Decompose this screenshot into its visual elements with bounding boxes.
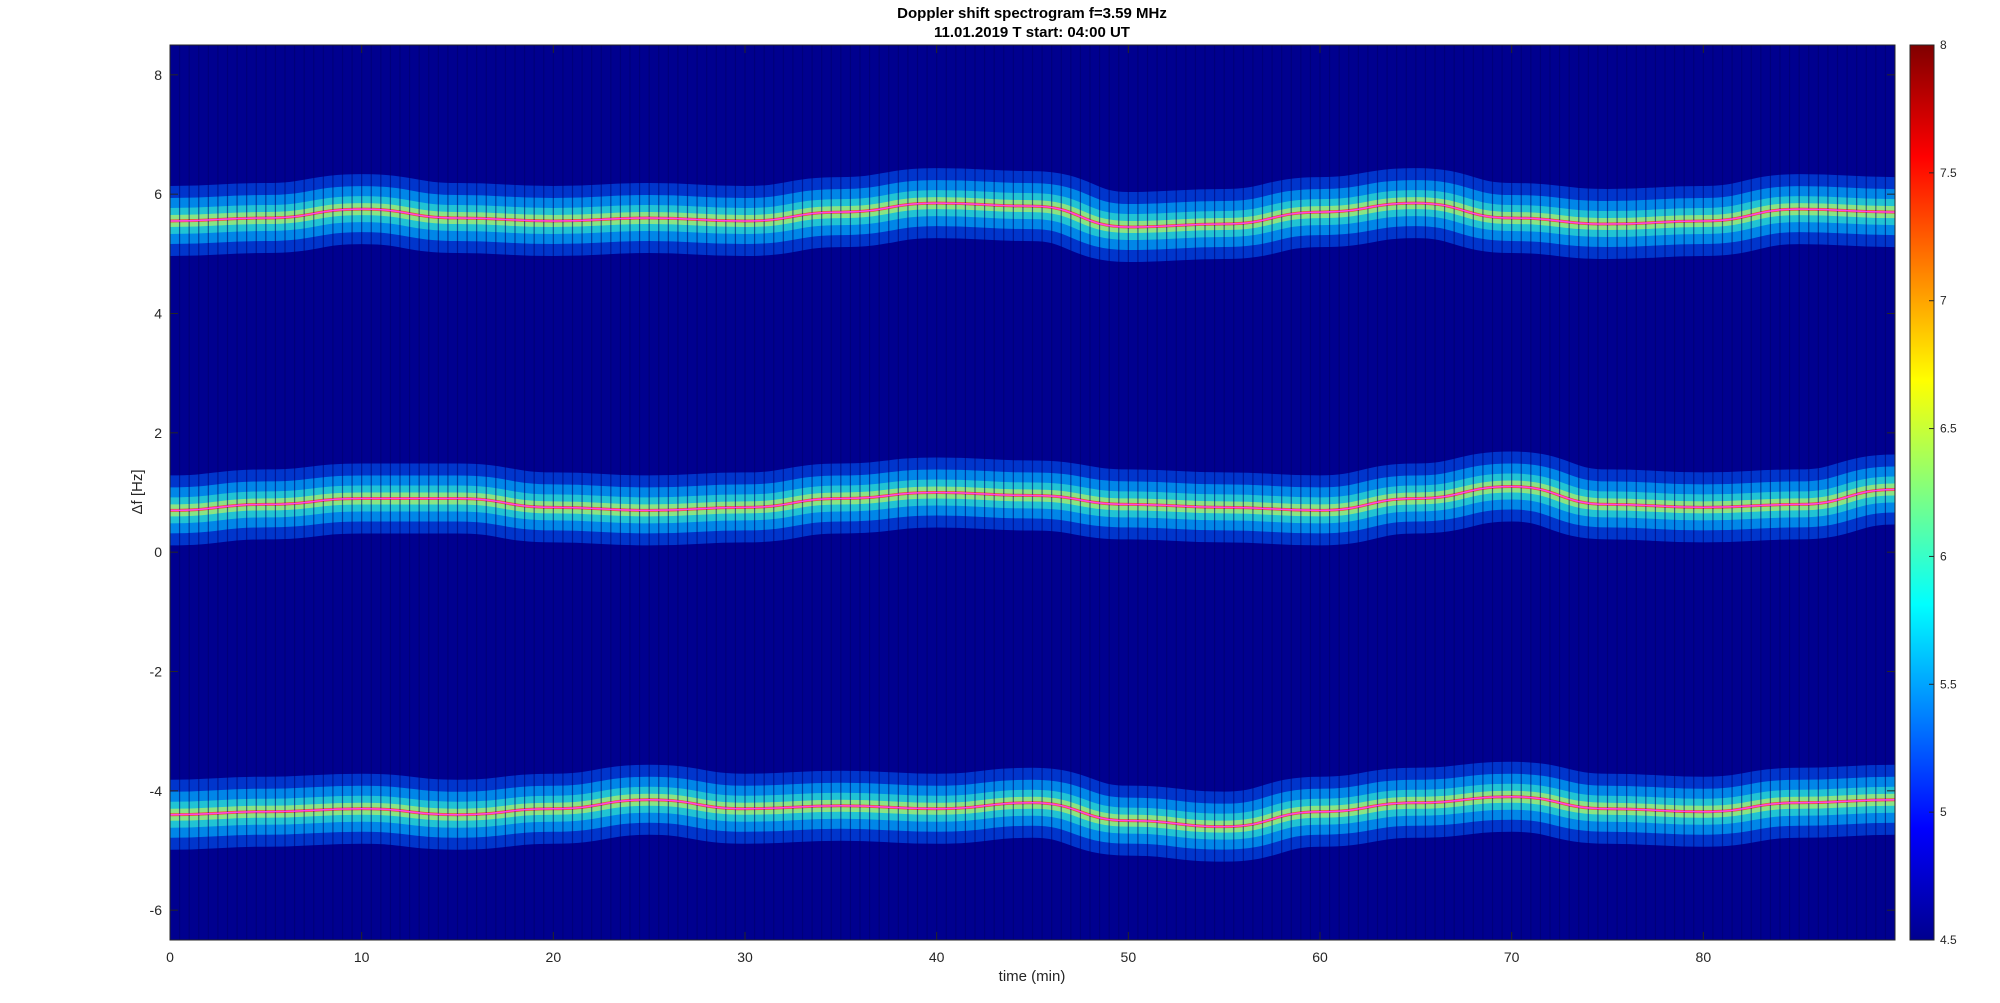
- chart-subtitle: 11.01.2019 T start: 04:00 UT: [934, 24, 1130, 41]
- colorbar-tick-label: 6: [1940, 549, 1947, 563]
- colorbar-tick-label: 5.5: [1940, 677, 1957, 691]
- y-tick-label: 4: [154, 306, 162, 322]
- chart-title: Doppler shift spectrogram f=3.59 MHz: [897, 5, 1167, 22]
- y-tick-label: 8: [154, 67, 162, 83]
- colorbar-tick-label: 4.5: [1940, 933, 1957, 947]
- colorbar-tick-label: 5: [1940, 805, 1947, 819]
- x-tick-label: 30: [737, 949, 753, 965]
- x-tick-label: 10: [354, 949, 370, 965]
- y-tick-label: -2: [150, 664, 163, 680]
- y-tick-label: 2: [154, 425, 162, 441]
- x-tick-label: 20: [546, 949, 562, 965]
- x-tick-label: 70: [1504, 949, 1520, 965]
- x-tick-label: 80: [1696, 949, 1712, 965]
- x-tick-label: 40: [929, 949, 945, 965]
- y-tick-label: -6: [150, 902, 163, 918]
- y-tick-label: 0: [154, 544, 162, 560]
- colorbar-tick-label: 7.5: [1940, 166, 1957, 180]
- x-tick-label: 50: [1121, 949, 1137, 965]
- y-axis-label: Δf [Hz]: [129, 469, 146, 514]
- colorbar-tick-label: 8: [1940, 38, 1947, 52]
- x-tick-label: 0: [166, 949, 174, 965]
- colorbar-tick-label: 7: [1940, 294, 1947, 308]
- colorbar: [1909, 44, 1935, 941]
- y-tick-label: -4: [150, 783, 163, 799]
- colorbar-tick-label: 6.5: [1940, 422, 1957, 436]
- y-tick-label: 6: [154, 186, 162, 202]
- plot-area: [170, 45, 1895, 940]
- spectrogram-figure: Doppler shift spectrogram f=3.59 MHz 11.…: [129, 5, 1957, 985]
- x-tick-label: 60: [1312, 949, 1328, 965]
- x-axis-label: time (min): [999, 968, 1066, 985]
